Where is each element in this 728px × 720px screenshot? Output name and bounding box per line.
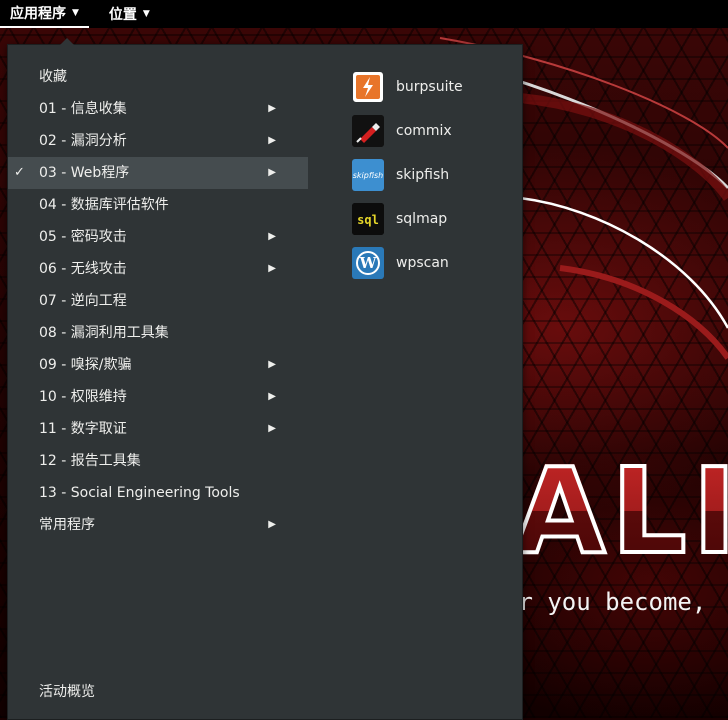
category-label: 12 - 报告工具集 xyxy=(39,453,141,469)
category-label: 01 - 信息收集 xyxy=(39,101,127,117)
wallpaper-slogan: er you become, xyxy=(504,588,707,616)
category-item[interactable]: 常用程序 ▶ xyxy=(8,509,308,541)
category-item[interactable]: ✓ 03 - Web程序 ▶ xyxy=(8,157,308,189)
category-item[interactable]: 07 - 逆向工程 xyxy=(8,285,308,317)
category-label: 04 - 数据库评估软件 xyxy=(39,197,169,213)
app-item-wpscan[interactable]: Wwpscan xyxy=(352,241,512,285)
category-label: 11 - 数字取证 xyxy=(39,421,127,437)
submenu-arrow-icon: ▶ xyxy=(268,423,276,434)
category-label: 03 - Web程序 xyxy=(39,165,130,181)
commix-icon xyxy=(352,115,384,147)
sqlmap-icon-text: sql xyxy=(357,213,379,227)
submenu-arrow-icon: ▶ xyxy=(268,391,276,402)
app-item-commix[interactable]: commix xyxy=(352,109,512,153)
submenu-arrow-icon: ▶ xyxy=(268,135,276,146)
category-item[interactable]: 收藏 xyxy=(8,61,308,93)
caret-down-icon: ▼ xyxy=(72,8,79,18)
category-item[interactable]: 10 - 权限维持 ▶ xyxy=(8,381,308,413)
submenu-arrow-icon: ▶ xyxy=(268,519,276,530)
submenu-arrow-icon: ▶ xyxy=(268,167,276,178)
checkmark-icon: ✓ xyxy=(14,165,25,180)
skipfish-icon: skipfish xyxy=(352,159,384,191)
applications-menu-button[interactable]: 应用程序 ▼ xyxy=(0,0,89,28)
category-label: 06 - 无线攻击 xyxy=(39,261,127,277)
category-label: 08 - 漏洞利用工具集 xyxy=(39,325,169,341)
category-item[interactable]: 01 - 信息收集 ▶ xyxy=(8,93,308,125)
sqlmap-icon: sql xyxy=(352,203,384,235)
places-label: 位置 xyxy=(108,7,137,23)
submenu-arrow-icon: ▶ xyxy=(268,231,276,242)
category-item[interactable]: 11 - 数字取证 ▶ xyxy=(8,413,308,445)
app-item-skipfish[interactable]: skipfish skipfish xyxy=(352,153,512,197)
category-item[interactable]: 13 - Social Engineering Tools xyxy=(8,477,308,509)
submenu-arrow-icon: ▶ xyxy=(268,103,276,114)
category-item[interactable]: 08 - 漏洞利用工具集 xyxy=(8,317,308,349)
app-label: sqlmap xyxy=(396,211,448,227)
category-label: 10 - 权限维持 xyxy=(39,389,127,405)
kali-logo: ALI xyxy=(512,450,728,572)
caret-down-icon: ▼ xyxy=(142,9,150,19)
category-label: 07 - 逆向工程 xyxy=(39,293,127,309)
app-icon-text: W xyxy=(356,251,380,275)
category-label: 09 - 嗅探/欺骗 xyxy=(39,357,132,373)
burpsuite-icon xyxy=(352,71,384,103)
submenu-arrow-icon: ▶ xyxy=(268,359,276,370)
top-panel: 应用程序 ▼ 位置 ▼ xyxy=(0,0,728,28)
category-item[interactable]: 12 - 报告工具集 xyxy=(8,445,308,477)
app-list: burpsuite commix skipfish skipfish sql sqlmap… xyxy=(352,65,512,285)
category-label: 常用程序 xyxy=(39,517,95,533)
app-item-burpsuite[interactable]: burpsuite xyxy=(352,65,512,109)
submenu-arrow-icon: ▶ xyxy=(268,263,276,274)
app-item-sqlmap[interactable]: sql sqlmap xyxy=(352,197,512,241)
applications-menu: 收藏 01 - 信息收集 ▶ 02 - 漏洞分析 ▶ ✓ 03 - Web程序 ▶ 04 - 数… xyxy=(7,38,523,720)
category-item[interactable]: 02 - 漏洞分析 ▶ xyxy=(8,125,308,157)
category-label: 05 - 密码攻击 xyxy=(39,229,127,245)
category-item[interactable]: 09 - 嗅探/欺骗 ▶ xyxy=(8,349,308,381)
category-item[interactable]: 05 - 密码攻击 ▶ xyxy=(8,221,308,253)
applications-label: 应用程序 xyxy=(10,6,66,22)
wordpress-icon: W xyxy=(352,247,384,279)
app-label: skipfish xyxy=(396,167,450,183)
category-item[interactable]: 06 - 无线攻击 ▶ xyxy=(8,253,308,285)
category-label: 02 - 漏洞分析 xyxy=(39,133,127,149)
category-label: 13 - Social Engineering Tools xyxy=(39,485,240,501)
category-item[interactable]: 04 - 数据库评估软件 xyxy=(8,189,308,221)
app-label: wpscan xyxy=(396,255,449,271)
app-label: burpsuite xyxy=(396,79,463,95)
places-menu-button[interactable]: 位置 ▼ xyxy=(99,0,160,28)
app-label: commix xyxy=(396,123,452,139)
activities-overview-button[interactable]: 活动概览 xyxy=(39,681,95,701)
category-label: 收藏 xyxy=(39,69,67,85)
app-icon-text: skipfish xyxy=(352,170,384,180)
category-list: 收藏 01 - 信息收集 ▶ 02 - 漏洞分析 ▶ ✓ 03 - Web程序 ▶ 04 - 数… xyxy=(8,61,308,541)
